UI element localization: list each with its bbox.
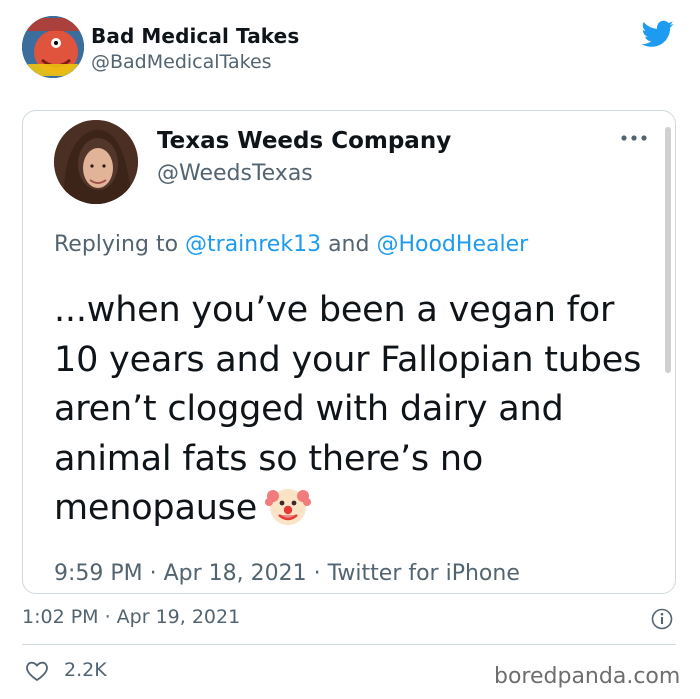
watermark: boredpanda.com: [494, 664, 681, 689]
tweet-body: ...when you’ve been a vegan for 10 years…: [54, 286, 644, 534]
replying-to: Replying to @trainrek13 and @HoodHealer: [54, 232, 528, 257]
replying-prefix: Replying to: [54, 232, 186, 257]
like-count[interactable]: 2.2K: [64, 659, 107, 681]
quoted-timestamp[interactable]: 9:59 PM · Apr 18, 2021 · Twitter for iPh…: [54, 561, 520, 586]
heart-icon[interactable]: [24, 659, 50, 683]
clown-face-icon: [265, 489, 312, 525]
info-icon[interactable]: [651, 608, 673, 630]
tweet-header: Bad Medical Takes @BadMedicalTakes: [22, 16, 682, 80]
display-name[interactable]: Bad Medical Takes: [91, 24, 299, 48]
avatar-image: [22, 16, 84, 78]
tweet-body-text: ...when you’ve been a vegan for 10 years…: [54, 290, 642, 528]
quoted-handle[interactable]: @WeedsTexas: [157, 161, 313, 186]
twitter-bird-icon[interactable]: [642, 20, 674, 48]
handle[interactable]: @BadMedicalTakes: [91, 51, 272, 73]
mention-link[interactable]: @HoodHealer: [376, 232, 528, 257]
tweet-timestamp[interactable]: 1:02 PM · Apr 19, 2021: [22, 606, 240, 628]
mention-link[interactable]: @trainrek13: [185, 232, 321, 257]
scrollbar-thumb[interactable]: [665, 127, 671, 373]
quoted-avatar[interactable]: [54, 120, 138, 204]
scrollbar[interactable]: [665, 127, 671, 373]
replying-joiner: and: [321, 232, 377, 257]
quoted-avatar-image: [54, 120, 138, 204]
quoted-tweet-card[interactable]: Texas Weeds Company @WeedsTexas Replying…: [22, 110, 676, 594]
avatar[interactable]: [22, 16, 84, 78]
divider: [22, 644, 676, 645]
quoted-display-name[interactable]: Texas Weeds Company: [157, 128, 451, 154]
more-dots-icon[interactable]: [619, 131, 649, 145]
